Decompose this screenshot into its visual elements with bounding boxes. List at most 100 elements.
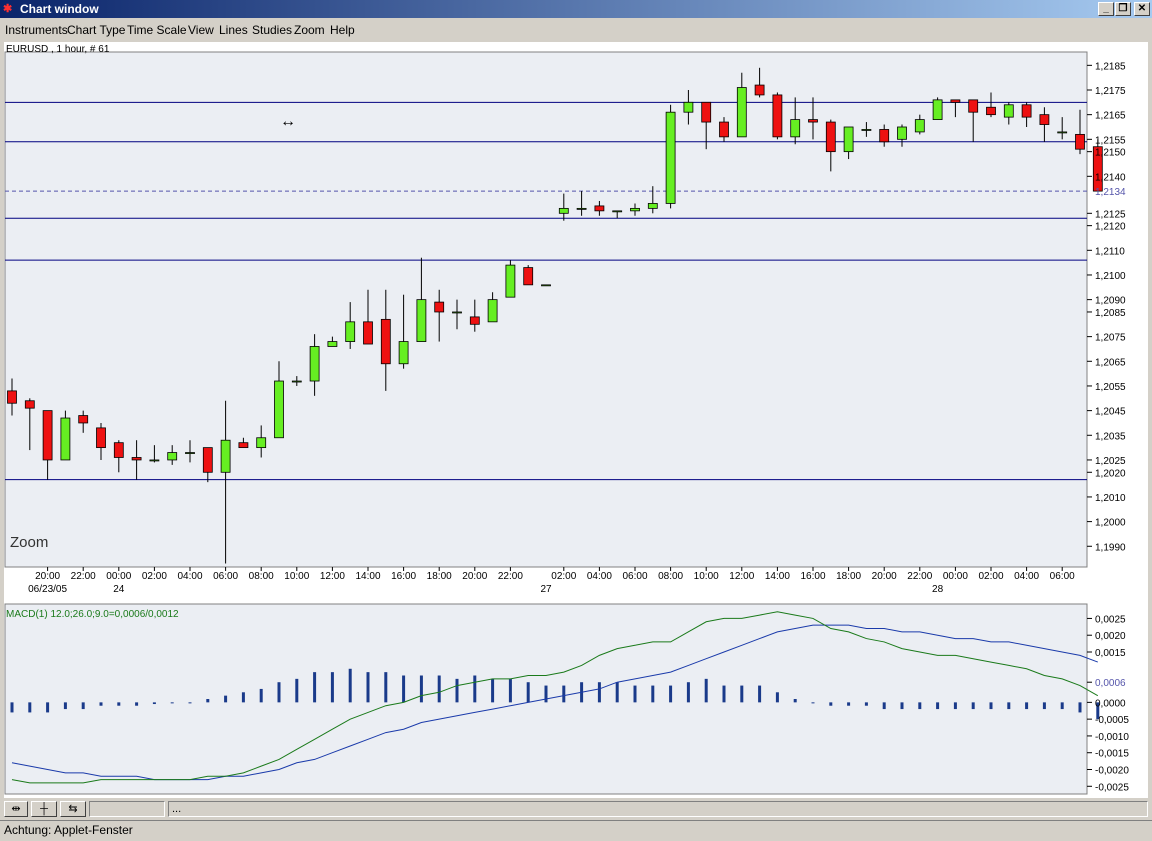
price-y-tick-label: 1,2110 [1095,246,1125,257]
menu-zoom[interactable]: Zoom [294,23,325,37]
price-y-tick-label: 1,2085 [1095,308,1126,319]
window-title: Chart window [20,2,99,16]
time-tick-label: 20:00 [872,571,897,582]
candle-body [612,210,623,213]
menu-view[interactable]: View [188,23,214,37]
macd-y-tick-label: 0,0000 [1095,698,1126,709]
macd-histogram-bar [152,702,156,705]
candle-body [772,94,783,138]
macd-histogram-bar [847,702,851,706]
toolbar-button-scroll[interactable]: ⇆ [60,801,86,817]
menu-chart-type[interactable]: Chart Type [67,23,125,37]
candle-body [345,321,356,342]
time-tick-label: 08:00 [658,571,683,582]
macd-histogram-bar [241,692,245,703]
menu-help[interactable]: Help [330,23,355,37]
candle[interactable] [541,284,551,287]
macd-histogram-bar [28,702,32,713]
macd-histogram-bar [1078,702,1082,713]
time-tick-label: 04:00 [177,571,202,582]
macd-histogram-bar [473,675,477,703]
price-y-tick-label: 1,2010 [1095,493,1126,504]
time-tick-label: 08:00 [249,571,274,582]
candle-body [24,400,35,409]
macd-y-tick-label: -0,0025 [1095,782,1129,793]
macd-histogram-bar [722,685,726,703]
candle-body [1075,133,1085,150]
macd-histogram-bar [704,678,708,703]
candle-body [523,267,534,286]
time-tick-label: 02:00 [978,571,1003,582]
candle[interactable] [523,265,534,286]
price-y-tick-label: 1,2165 [1095,111,1126,122]
macd-histogram-bar [526,682,530,703]
macd-histogram-bar [615,682,619,703]
chart-canvas[interactable]: EURUSD , 1 hour, # 61 MACD(1) 12.0;26.0;… [4,42,1148,798]
time-tick-label: 02:00 [142,571,167,582]
macd-histogram-bar [1042,702,1046,710]
macd-histogram-bar [99,702,103,706]
price-y-tick-label: 1,2075 [1095,333,1126,344]
candle-body [576,207,587,210]
macd-y-tick-label: 0,0025 [1095,614,1126,625]
current-price-label: 1,2134 [1095,187,1126,198]
price-y-tick-label: 1,2155 [1095,135,1126,146]
macd-histogram-bar [259,688,263,703]
candle-body [665,111,676,204]
time-tick-label: 10:00 [694,571,719,582]
time-tick-label: 22:00 [498,571,523,582]
macd-histogram-bar [669,685,673,703]
macd-y-tick-label: -0,0015 [1095,749,1129,760]
time-tick-label: 02:00 [551,571,576,582]
candle-body [594,205,605,212]
candle-body [220,439,231,473]
candle-body [487,299,498,323]
candle[interactable] [772,92,783,140]
maximize-button[interactable]: ❐ [1115,2,1131,16]
close-button[interactable]: ✕ [1134,2,1150,16]
app-logo-icon: ✱ [3,3,13,15]
macd-histogram-bar [775,692,779,703]
macd-histogram-bar [384,672,388,703]
candle-body [736,87,747,138]
macd-histogram-bar [224,695,228,703]
time-tick-label: 04:00 [587,571,612,582]
menu-lines[interactable]: Lines [219,23,248,37]
menu-time-scale[interactable]: Time Scale [127,23,187,37]
toolbar-button-crosshair[interactable]: ┼ [31,801,57,817]
price-y-tick-label: 1,2000 [1095,518,1126,529]
price-plot-area[interactable] [4,51,1088,568]
macd-histogram-bar [900,702,904,710]
macd-histogram-bar [366,672,370,703]
macd-histogram-bar [188,702,192,704]
candle[interactable] [665,104,676,209]
toolbar-button-pin[interactable]: ⇹ [4,801,28,817]
macd-histogram-bar [633,685,637,703]
candle-body [274,380,284,439]
macd-histogram-bar [277,682,281,703]
toolbar-row: ⇹ ┼ ⇆ ... [0,800,1152,818]
candle-body [683,101,694,113]
macd-histogram-bar [348,668,352,703]
menu-studies[interactable]: Studies [252,23,292,37]
macd-histogram-bar [1007,702,1011,710]
candle-body [754,84,765,96]
candle-body [719,121,729,138]
candle-body [60,417,71,461]
macd-histogram-bar [758,685,762,703]
macd-histogram-bar [864,702,868,706]
macd-histogram-bar [597,682,601,703]
menu-instruments[interactable]: Instruments [5,23,68,37]
macd-histogram-bar [295,678,299,703]
candle-body [647,203,658,209]
candle-body [42,410,53,461]
price-chart-label: EURUSD , 1 hour, # 61 [6,44,110,55]
minimize-button[interactable]: _ [1098,2,1114,16]
macd-histogram-bar [1025,702,1029,710]
title-bar[interactable]: ✱ Chart window _ ❐ ✕ [0,0,1152,18]
candle[interactable] [60,410,71,461]
candle[interactable] [932,97,943,120]
time-tick-label: 04:00 [1014,571,1039,582]
macd-y-tick-label: 0,0020 [1095,631,1126,642]
candle[interactable] [505,260,516,298]
